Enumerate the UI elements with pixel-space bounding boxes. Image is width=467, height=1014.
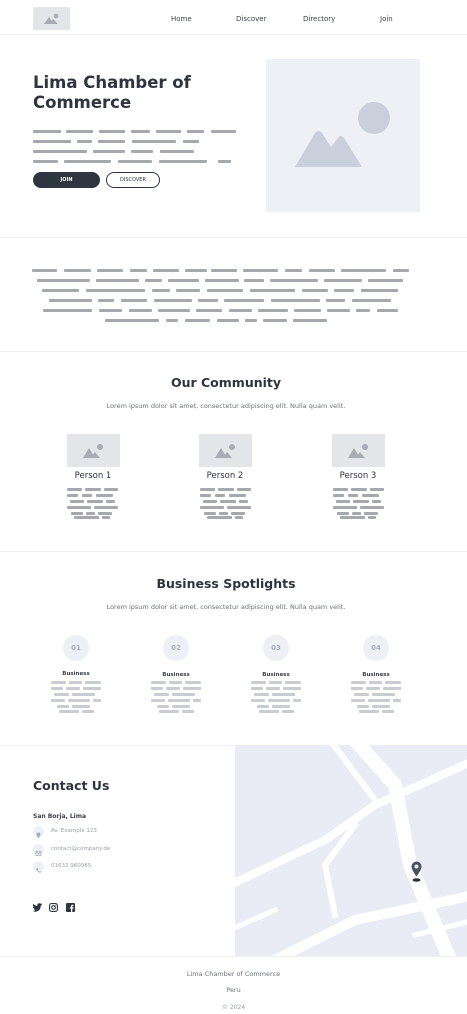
image-placeholder-icon: [348, 444, 368, 458]
image-placeholder-icon: [83, 444, 103, 458]
person-1-name: Person 1: [74, 471, 112, 481]
nav-link-home[interactable]: Home: [171, 15, 192, 23]
twitter-icon[interactable]: [32, 897, 43, 916]
contact-email[interactable]: contact@company.de: [51, 846, 110, 852]
facebook-icon[interactable]: [66, 897, 75, 916]
section-divider: [0, 551, 467, 552]
join-button[interactable]: JOIN: [33, 172, 100, 188]
section-divider: [0, 237, 467, 238]
phone-icon: [33, 861, 44, 873]
footer-divider: [0, 956, 467, 957]
location-icon: [33, 826, 44, 839]
map-pin-icon[interactable]: [411, 861, 422, 887]
image-placeholder-icon: [295, 102, 390, 167]
map[interactable]: [235, 745, 467, 956]
spotlight-label-2: Business: [162, 672, 190, 678]
person-1-image: [67, 434, 120, 467]
image-placeholder-icon: [215, 444, 235, 458]
community-subtitle: Lorem ipsum dolor sit amet, consectetur …: [106, 402, 346, 410]
top-navigation: Home Discover Directory Join: [0, 0, 467, 35]
footer-copyright: © 2024: [221, 1004, 246, 1011]
spotlights-title: Business Spotlights: [156, 576, 296, 591]
logo[interactable]: [33, 7, 70, 30]
nav-link-directory[interactable]: Directory: [303, 15, 335, 23]
spotlights-subtitle: Lorem ipsum dolor sit amet, consectetur …: [106, 603, 346, 611]
spotlight-number-4: 04: [363, 635, 389, 661]
spotlight-label-3: Business: [262, 672, 290, 678]
email-icon: [33, 844, 44, 856]
section-divider: [0, 351, 467, 352]
spotlight-number-3: 03: [263, 635, 289, 661]
person-2-image: [199, 434, 252, 467]
footer-country: Peru: [226, 986, 241, 994]
image-placeholder-icon: [44, 13, 59, 24]
hero-image: [266, 59, 420, 212]
contact-address: Av. Example 123: [51, 828, 97, 834]
person-3-name: Person 3: [339, 471, 377, 481]
nav-link-discover[interactable]: Discover: [236, 15, 266, 23]
person-3-image: [332, 434, 385, 467]
hero-title: Lima Chamber of Commerce: [33, 73, 191, 112]
person-2-name: Person 2: [206, 471, 244, 481]
nav-link-join[interactable]: Join: [380, 15, 393, 23]
instagram-icon[interactable]: [49, 897, 58, 916]
map-roads: [235, 745, 467, 956]
spotlight-number-1: 01: [63, 635, 89, 661]
spotlight-number-2: 02: [163, 635, 189, 661]
spotlight-label-4: Business: [362, 672, 390, 678]
contact-title: Contact Us: [33, 778, 110, 793]
community-title: Our Community: [170, 375, 282, 390]
spotlight-label-1: Business: [62, 671, 90, 677]
contact-location: San Borja, Lima: [33, 813, 87, 820]
contact-phone: 01632 960985: [51, 863, 92, 869]
footer-name: Lima Chamber of Commerce: [186, 970, 281, 978]
discover-button[interactable]: DISCOVER: [106, 172, 160, 188]
